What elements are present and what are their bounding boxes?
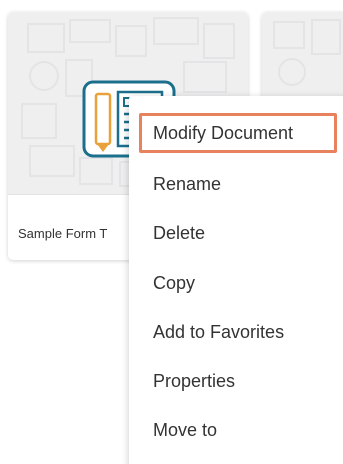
menu-item-copy[interactable]: Copy (139, 263, 337, 303)
menu-item-rename[interactable]: Rename (139, 164, 337, 204)
context-menu: Modify Document Rename Delete Copy Add t… (129, 96, 343, 464)
menu-item-properties[interactable]: Properties (139, 361, 337, 401)
menu-item-delete[interactable]: Delete (139, 213, 337, 253)
document-gallery: Sample Form T Modify Document Rename Del… (0, 0, 343, 464)
document-title: Sample Form T (18, 226, 108, 241)
menu-item-add-to-favorites[interactable]: Add to Favorites (139, 312, 337, 352)
menu-item-move-to[interactable]: Move to (139, 410, 337, 450)
menu-item-modify-document[interactable]: Modify Document (139, 113, 337, 153)
